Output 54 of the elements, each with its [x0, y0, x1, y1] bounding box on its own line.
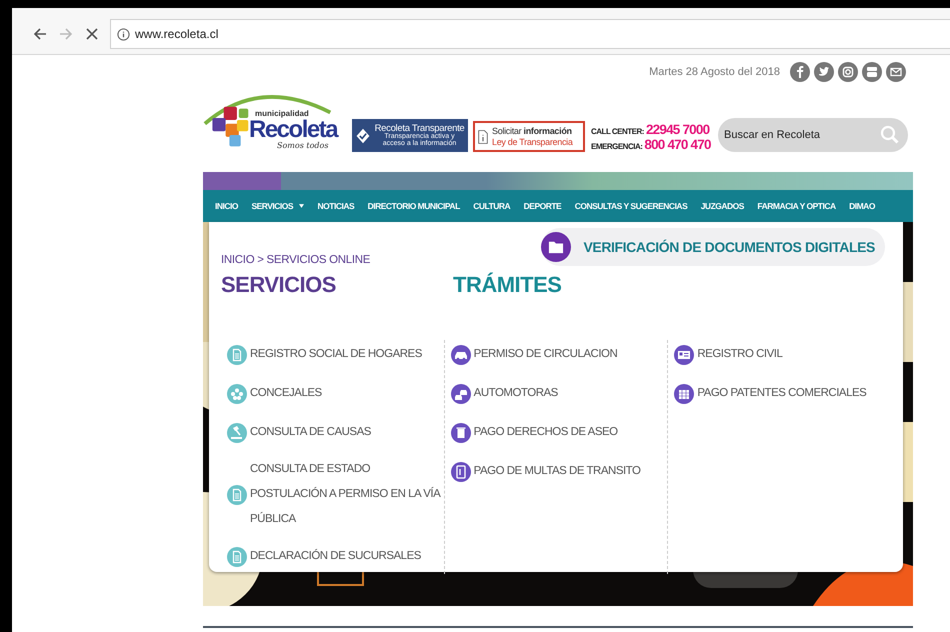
- people-icon: [227, 384, 247, 404]
- nav-link[interactable]: DIRECTORIO MUNICIPAL: [368, 201, 460, 211]
- breadcrumb: INICIO > SERVICIOS ONLINE: [221, 254, 370, 266]
- nav-link[interactable]: SERVICIOS: [251, 201, 304, 211]
- info-icon: [117, 28, 130, 40]
- phone-number[interactable]: 800 470 470: [644, 137, 711, 152]
- car-icon: [450, 344, 471, 364]
- nav-link[interactable]: JUZGADOS: [700, 201, 744, 211]
- phone-number[interactable]: 22945 7000: [646, 122, 710, 137]
- date-text: Martes 28 Agosto del 2018: [649, 66, 780, 78]
- nav-link[interactable]: CULTURA: [473, 201, 510, 211]
- back-icon[interactable]: [32, 26, 48, 42]
- phone-label: EMERGENCIA:: [591, 142, 642, 151]
- doc-icon: [227, 344, 247, 364]
- menu-link[interactable]: REGISTRO CIVIL: [674, 340, 892, 369]
- menu-link[interactable]: REGISTRO SOCIAL DE HOGARES: [227, 340, 444, 369]
- menu-link[interactable]: DECLARACIÓN DE SUCURSALES: [227, 542, 444, 571]
- nav-link[interactable]: DEPORTE: [524, 201, 562, 211]
- menu-link[interactable]: PAGO DERECHOS DE ASEO: [450, 418, 668, 447]
- menu-link[interactable]: PERMISO DE CIRCULACION: [450, 340, 668, 369]
- folder-icon: [541, 232, 572, 262]
- menu-link[interactable]: AUTOMOTORAS: [450, 379, 668, 408]
- menu-link[interactable]: CONSULTA DE ESTADO POSTULACIÓN A PERMISO EN LA VÍA PÚBLICA: [227, 457, 444, 532]
- instagram-icon[interactable]: [838, 62, 858, 82]
- search-input[interactable]: Buscar en Recoleta: [724, 129, 864, 141]
- address-bar[interactable]: www.recoleta.cl: [110, 19, 950, 49]
- nav-link[interactable]: FARMACIA Y OPTICA: [757, 201, 836, 211]
- nav-link[interactable]: INICIO: [215, 201, 238, 211]
- card-icon: [674, 344, 694, 364]
- url-text: www.recoleta.cl: [135, 27, 218, 41]
- doc-icon: [227, 484, 247, 504]
- doc-icon: [227, 546, 247, 566]
- section-heading: SERVICIOS: [221, 272, 337, 298]
- menu-link[interactable]: PAGO DE MULTAS DE TRANSITO: [450, 457, 668, 486]
- nav-link[interactable]: CONSULTAS Y SUGERENCIAS: [574, 201, 688, 211]
- facebook-icon[interactable]: [790, 62, 810, 82]
- trash-icon: [450, 422, 471, 442]
- phone-label: CALL CENTER:: [591, 127, 644, 136]
- mail-icon[interactable]: [886, 62, 906, 82]
- gavel-icon: [227, 422, 247, 442]
- nav-link[interactable]: NOTICIAS: [318, 201, 354, 211]
- menu-link[interactable]: CONSULTA DE CAUSAS: [227, 418, 444, 447]
- close-icon[interactable]: [84, 26, 100, 42]
- section-heading: TRÁMITES: [453, 272, 562, 298]
- verify-documents-button[interactable]: VERIFICACIÓN DE DOCUMENTOS DIGITALES: [541, 228, 885, 266]
- menu-link[interactable]: CONCEJALES: [227, 379, 444, 408]
- search-field[interactable]: Buscar en Recoleta: [718, 118, 908, 152]
- building-icon: [674, 384, 694, 404]
- nav-link[interactable]: DIMAO: [849, 201, 875, 211]
- menu-link[interactable]: PAGO PATENTES COMERCIALES: [674, 379, 892, 408]
- twitter-icon[interactable]: [814, 62, 834, 82]
- request-info-banner[interactable]: Solicitar información Ley de Transparencia: [473, 121, 585, 152]
- recoleta-logo[interactable]: municipalidad Recoleta Somos todos: [203, 86, 349, 152]
- receipt-icon: [450, 462, 471, 482]
